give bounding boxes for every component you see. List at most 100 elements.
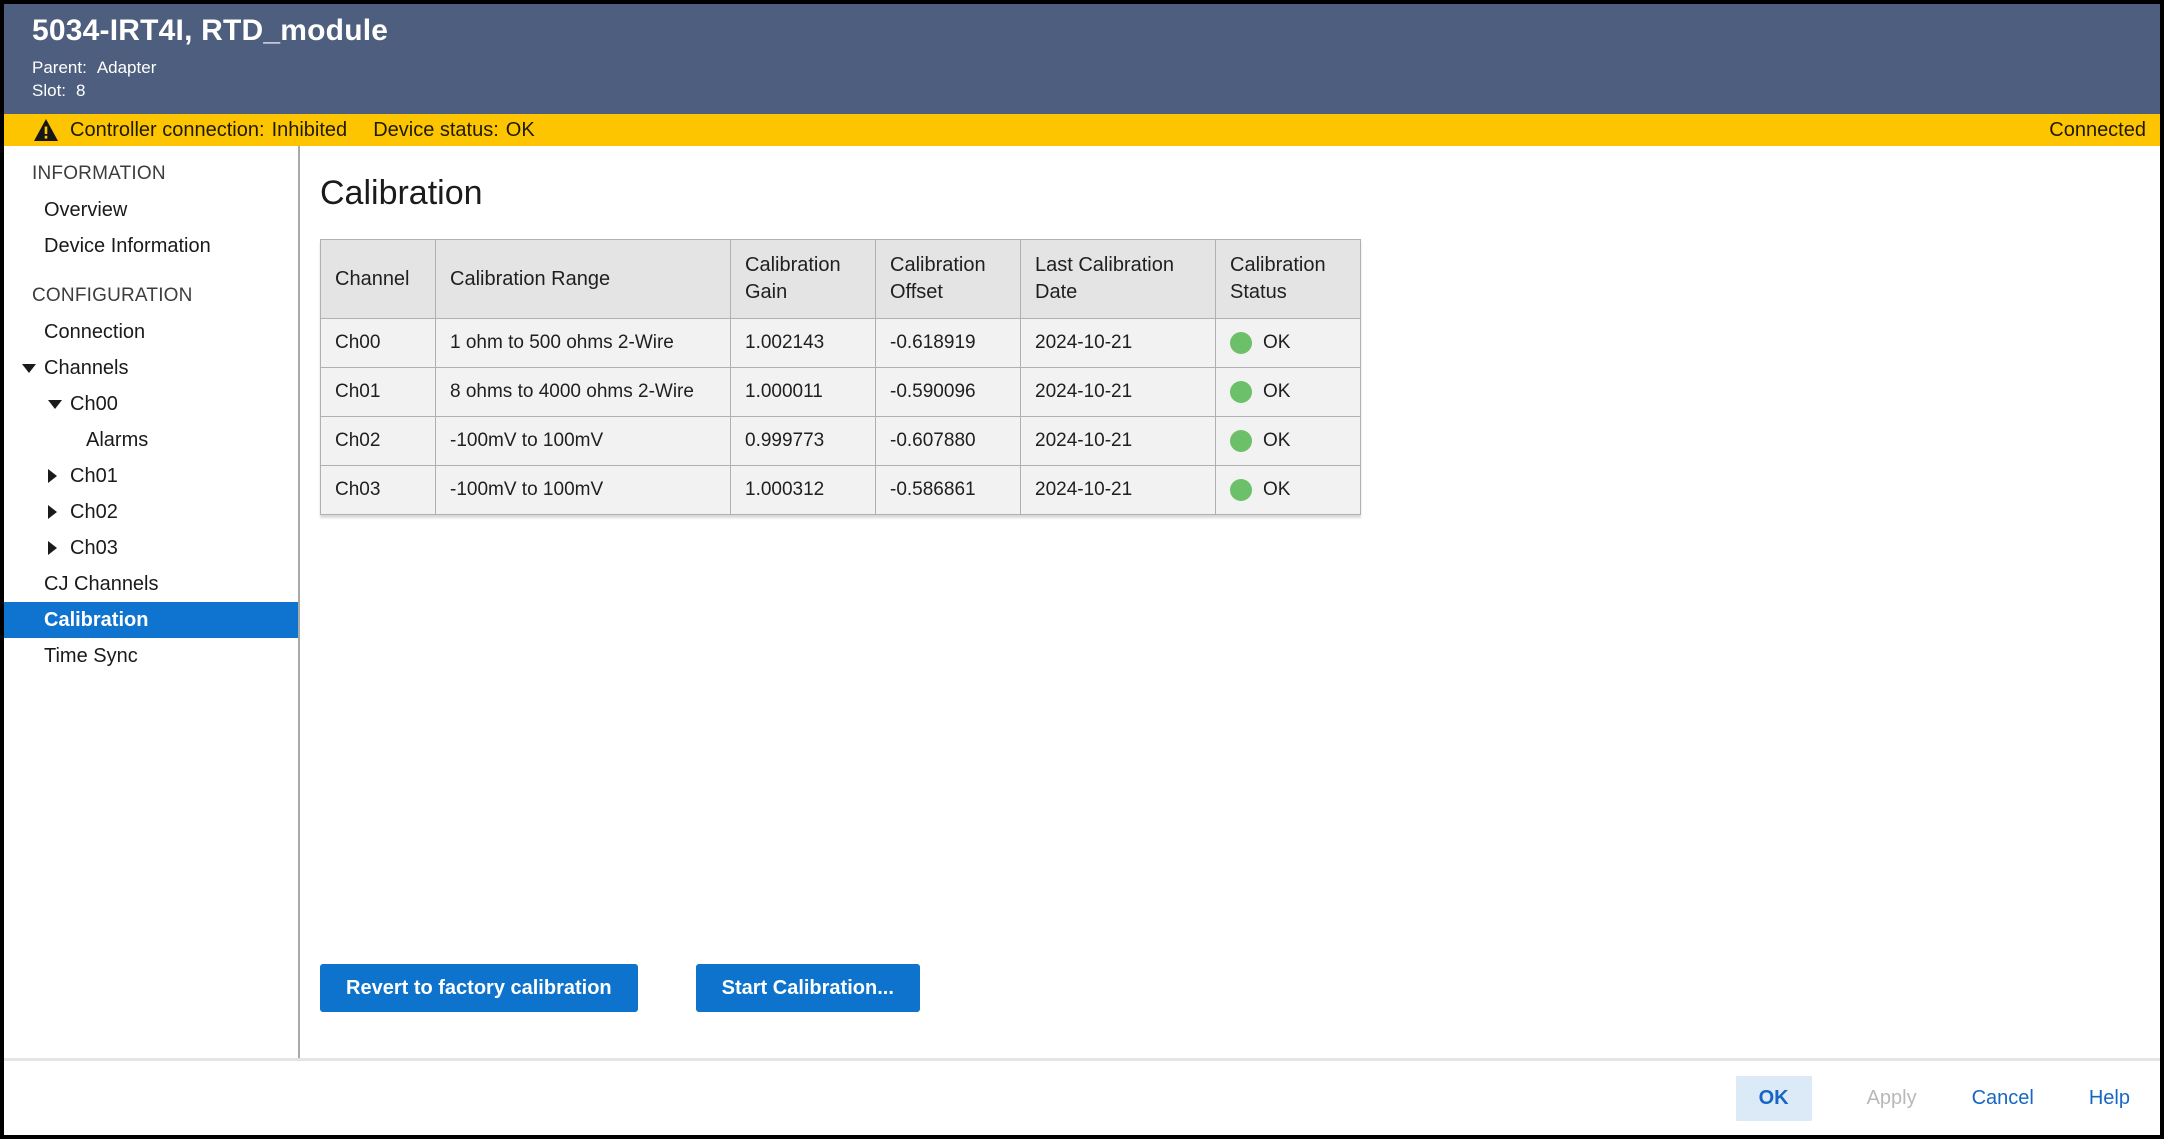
apply-button[interactable]: Apply [1867,1087,1917,1110]
titlebar: 5034-IRT4I, RTD_module Parent:Adapter Sl… [4,4,2160,114]
cell-range: -100mV to 100mV [436,466,731,515]
controller-connection-value: Inhibited [272,119,348,141]
cell-date: 2024-10-21 [1021,417,1216,466]
cell-channel: Ch02 [321,417,436,466]
sidebar-item-device-information[interactable]: Device Information [4,228,298,264]
start-calibration-button[interactable]: Start Calibration... [696,964,920,1012]
table-row: Ch01 8 ohms to 4000 ohms 2-Wire 1.000011… [321,368,1361,417]
cell-range: 8 ohms to 4000 ohms 2-Wire [436,368,731,417]
sidebar-item-label: Calibration [44,609,148,632]
table-row: Ch02 -100mV to 100mV 0.999773 -0.607880 … [321,417,1361,466]
help-button[interactable]: Help [2089,1087,2130,1110]
sidebar-section-information: INFORMATION [4,156,298,192]
chevron-right-icon[interactable] [48,541,64,555]
status-ok-dot-icon [1230,479,1252,501]
cell-gain: 1.000011 [731,368,876,417]
sidebar-item-channels[interactable]: Channels [4,350,298,386]
column-header-calibration-offset: Calibration Offset [876,240,1021,319]
cell-range: 1 ohm to 500 ohms 2-Wire [436,319,731,368]
cell-channel: Ch03 [321,466,436,515]
cell-offset: -0.618919 [876,319,1021,368]
page-title: Calibration [320,174,2160,213]
status-badge: OK [1263,430,1290,452]
sidebar-item-label: Alarms [86,429,148,452]
sidebar-nav: INFORMATION Overview Device Information … [4,146,298,1058]
ok-button[interactable]: OK [1736,1076,1812,1121]
controller-connection-status: Controller connection: Inhibited [70,119,347,142]
status-badge: OK [1263,381,1290,403]
sidebar-item-overview[interactable]: Overview [4,192,298,228]
sidebar-item-ch01[interactable]: Ch01 [4,458,298,494]
sidebar-item-label: Ch00 [70,393,118,416]
slot-value: 8 [76,81,85,100]
cell-status: OK [1216,466,1361,515]
slot-row: Slot: 8 [32,79,2136,102]
cell-status: OK [1216,319,1361,368]
device-status: Device status: OK [373,119,535,142]
sidebar-item-cj-channels[interactable]: CJ Channels [4,566,298,602]
cell-range: -100mV to 100mV [436,417,731,466]
dialog-footer: OK Apply Cancel Help [4,1058,2160,1135]
sidebar-item-label: Time Sync [44,645,138,668]
cell-channel: Ch00 [321,319,436,368]
sidebar-item-label: CJ Channels [44,573,159,596]
sidebar-item-connection[interactable]: Connection [4,314,298,350]
sidebar-item-ch00[interactable]: Ch00 [4,386,298,422]
status-ok-dot-icon [1230,381,1252,403]
cancel-button[interactable]: Cancel [1972,1087,2034,1110]
table-row: Ch03 -100mV to 100mV 1.000312 -0.586861 … [321,466,1361,515]
cell-status: OK [1216,368,1361,417]
sidebar-item-label: Device Information [44,235,211,258]
status-ok-dot-icon [1230,332,1252,354]
status-badge: OK [1263,479,1290,501]
main-content: Calibration Channel Calibration Range Ca… [300,146,2160,1058]
table-header-row: Channel Calibration Range Calibration Ga… [321,240,1361,319]
slot-label: Slot: [32,81,66,100]
table-row: Ch00 1 ohm to 500 ohms 2-Wire 1.002143 -… [321,319,1361,368]
column-header-channel: Channel [321,240,436,319]
cell-date: 2024-10-21 [1021,319,1216,368]
window-title: 5034-IRT4I, RTD_module [32,14,2136,48]
sidebar-item-label: Ch02 [70,501,118,524]
sidebar-section-configuration: CONFIGURATION [4,278,298,314]
status-ok-dot-icon [1230,430,1252,452]
sidebar-item-time-sync[interactable]: Time Sync [4,638,298,674]
chevron-right-icon[interactable] [48,469,64,483]
parent-row: Parent:Adapter [32,56,2136,79]
cell-offset: -0.590096 [876,368,1021,417]
warning-triangle-icon [34,119,58,141]
body: INFORMATION Overview Device Information … [4,146,2160,1058]
cell-status: OK [1216,417,1361,466]
column-header-calibration-range: Calibration Range [436,240,731,319]
sidebar-item-ch02[interactable]: Ch02 [4,494,298,530]
cell-channel: Ch01 [321,368,436,417]
cell-gain: 1.000312 [731,466,876,515]
chevron-right-icon[interactable] [48,505,64,519]
parent-label: Parent: [32,58,87,77]
sidebar-item-label: Overview [44,199,127,222]
sidebar-item-label: Ch03 [70,537,118,560]
cell-offset: -0.586861 [876,466,1021,515]
cell-date: 2024-10-21 [1021,368,1216,417]
cell-gain: 0.999773 [731,417,876,466]
sidebar-item-calibration[interactable]: Calibration [4,602,298,638]
cell-gain: 1.002143 [731,319,876,368]
cell-offset: -0.607880 [876,417,1021,466]
controller-connection-label: Controller connection: [70,119,265,141]
sidebar-item-label: Connection [44,321,145,344]
chevron-down-icon[interactable] [48,400,64,409]
sidebar-item-label: Channels [44,357,129,380]
column-header-calibration-status: Calibration Status [1216,240,1361,319]
calibration-table: Channel Calibration Range Calibration Ga… [320,239,1361,515]
module-properties-window: 5034-IRT4I, RTD_module Parent:Adapter Sl… [0,0,2164,1139]
chevron-down-icon[interactable] [22,364,38,373]
status-badge: OK [1263,332,1290,354]
device-status-value: OK [506,119,535,141]
device-status-label: Device status: [373,119,499,141]
status-banner: Controller connection: Inhibited Device s… [4,114,2160,146]
sidebar-item-ch00-alarms[interactable]: Alarms [4,422,298,458]
revert-to-factory-calibration-button[interactable]: Revert to factory calibration [320,964,638,1012]
column-header-calibration-gain: Calibration Gain [731,240,876,319]
sidebar-item-ch03[interactable]: Ch03 [4,530,298,566]
calibration-actions: Revert to factory calibration Start Cali… [320,964,920,1012]
